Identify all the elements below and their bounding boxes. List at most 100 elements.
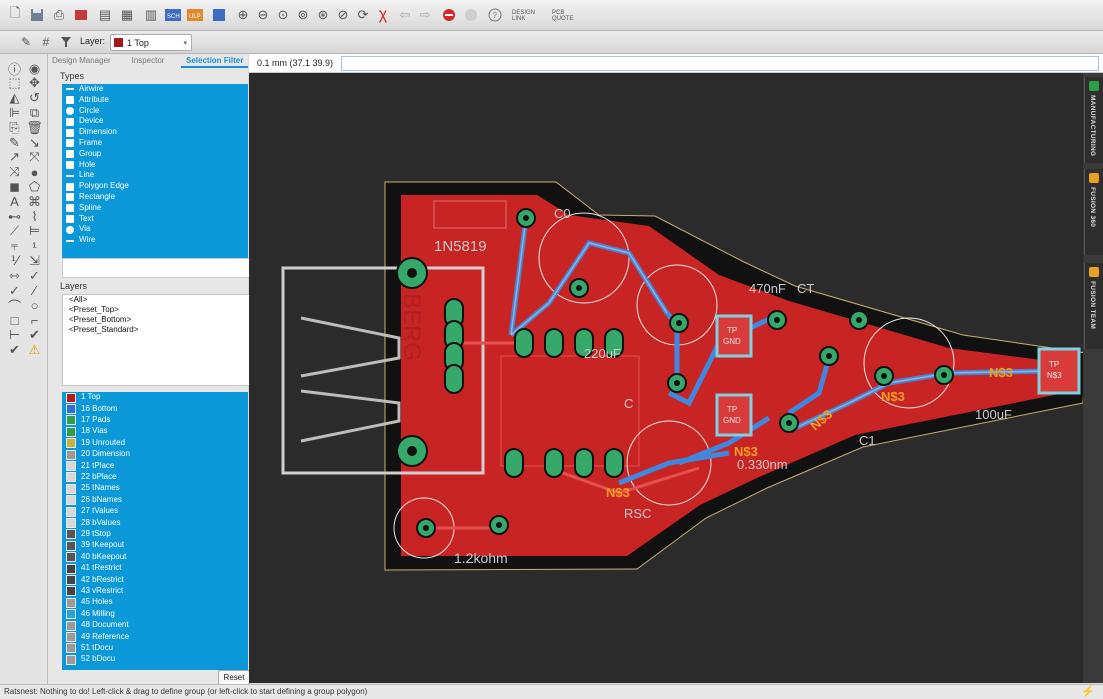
layer-color-swatch <box>114 38 123 47</box>
right-tab-fusion-360[interactable]: FUSION 360 <box>1084 169 1103 255</box>
zoom-area-icon[interactable]: ⊚ <box>294 6 312 24</box>
run-icon[interactable]: ▦ <box>118 6 136 24</box>
zoom-out-icon[interactable]: ⊖ <box>254 6 272 24</box>
zoom-select-icon[interactable]: ⊙ <box>274 6 292 24</box>
layer-item[interactable]: 48 Document <box>62 620 248 631</box>
type-item-label: Text <box>79 213 94 223</box>
layer-item[interactable]: 51 tDocu <box>62 643 248 654</box>
type-item[interactable]: Line <box>62 170 248 181</box>
lightning-icon[interactable]: ⚡ <box>1081 685 1095 698</box>
layer-item[interactable]: 19 Unrouted <box>62 438 248 449</box>
type-item[interactable]: Attribute <box>62 95 248 106</box>
label-220uf: 220uF <box>584 346 621 361</box>
layer-item[interactable]: 25 tNames <box>62 483 248 494</box>
preset-item[interactable]: <Preset_Top> <box>63 305 249 315</box>
type-item[interactable]: Wire <box>62 235 248 246</box>
type-item[interactable]: Hole <box>62 160 248 171</box>
board-icon[interactable]: ▥ <box>142 6 160 24</box>
right-tab-fusion-team[interactable]: FUSION TEAM <box>1084 263 1103 349</box>
sch-icon[interactable]: SCH <box>164 6 182 24</box>
pencil-icon[interactable]: ✎ <box>18 34 34 50</box>
layer-item[interactable]: 40 bKeepout <box>62 551 248 563</box>
new-file-icon[interactable]: 🗋 <box>6 5 24 24</box>
layer-item-label: 29 tStop <box>81 528 111 538</box>
right-tab-manufacturing[interactable]: MANUFACTURING <box>1084 77 1103 163</box>
command-input[interactable] <box>341 56 1099 71</box>
pcb-quote-button[interactable]: PCB QUOTE <box>552 10 586 22</box>
layer-item[interactable]: 16 Bottom <box>62 403 248 415</box>
layer-item-label: 21 tPlace <box>81 460 115 470</box>
zoom-in-icon[interactable]: ⊕ <box>234 6 252 24</box>
zoom-previous-icon[interactable]: ⊛ <box>314 6 332 24</box>
preset-item[interactable]: <Preset_Standard> <box>63 325 249 335</box>
layer-item[interactable]: 46 Milling <box>62 608 248 620</box>
layer-select[interactable]: 1 Top ▾ <box>110 34 192 51</box>
type-item[interactable]: Spline <box>62 203 248 214</box>
layer-item[interactable]: 45 Holes <box>62 597 248 608</box>
help-icon[interactable]: ? <box>486 6 504 24</box>
cam-icon[interactable] <box>72 6 90 24</box>
refresh-icon[interactable]: ⟳ <box>354 6 372 24</box>
layer-item[interactable]: 21 tPlace <box>62 460 248 472</box>
preset-item[interactable]: <All> <box>63 295 249 305</box>
design-link-button[interactable]: DESIGN LINK <box>512 10 546 22</box>
save-icon[interactable] <box>28 6 46 24</box>
layer-item[interactable]: 1 Top <box>62 392 248 403</box>
connector-silk-bottom <box>300 389 401 443</box>
layer-item[interactable]: 39 tKeepout <box>62 540 248 551</box>
board-canvas[interactable]: 1N5819 C0 470nF CT 220uF C TP GND TP GND… <box>249 73 1083 683</box>
layer-item[interactable]: 20 Dimension <box>62 449 248 460</box>
redraw-icon[interactable]: ⊘ <box>334 6 352 24</box>
layer-item-label: 22 bPlace <box>81 472 117 482</box>
pcb-board: 1N5819 C0 470nF CT 220uF C TP GND TP GND… <box>281 181 1083 571</box>
type-item[interactable]: Via <box>62 224 248 235</box>
type-item-label: Spline <box>79 202 102 212</box>
panel-tabs: Design Manager Inspector Selection Filter <box>48 54 249 68</box>
type-item[interactable]: Rectangle <box>62 192 248 203</box>
layer-item[interactable]: 28 bValues <box>62 517 248 528</box>
type-item[interactable]: Group <box>62 149 248 160</box>
type-item[interactable]: Frame <box>62 138 248 149</box>
script-icon[interactable]: ▤ <box>96 6 114 24</box>
layer-item[interactable]: 22 bPlace <box>62 472 248 483</box>
layer-item[interactable]: 49 Reference <box>62 631 248 642</box>
type-item[interactable]: Text <box>62 214 248 225</box>
type-item[interactable]: Device <box>62 116 248 127</box>
redo-icon[interactable]: ⇨ <box>416 6 434 24</box>
print-icon[interactable]: ⎙ <box>50 6 68 24</box>
layer-item[interactable]: 41 tRestrict <box>62 563 248 574</box>
filter-icon[interactable] <box>58 34 74 50</box>
frame-icon <box>66 139 74 148</box>
oblong-pad <box>514 328 534 358</box>
layer-item[interactable]: 29 tStop <box>62 529 248 540</box>
type-item[interactable]: Polygon Edge <box>62 181 248 192</box>
layer-item[interactable]: 17 Pads <box>62 415 248 426</box>
group-icon <box>66 150 74 159</box>
layer-item[interactable]: 52 bDocu <box>62 654 248 665</box>
warning-icon[interactable]: ⚠ <box>26 341 43 358</box>
ulp-icon[interactable]: ULP <box>186 6 204 24</box>
layer-item[interactable]: 43 vRestrict <box>62 586 248 597</box>
type-item-label: Polygon Edge <box>79 181 129 191</box>
tab-inspector[interactable]: Inspector <box>115 54 182 68</box>
go-icon[interactable] <box>462 6 480 24</box>
tab-design-manager[interactable]: Design Manager <box>48 54 115 68</box>
stop-icon[interactable] <box>440 6 458 24</box>
zoom-fit-icon[interactable] <box>210 6 228 24</box>
layer-item[interactable]: 26 bNames <box>62 495 248 506</box>
ratsnest-icon[interactable]: χ <box>374 6 392 24</box>
type-item[interactable]: Dimension <box>62 127 248 138</box>
layer-item[interactable]: 27 tValues <box>62 506 248 517</box>
reset-button[interactable]: Reset <box>218 670 250 685</box>
spline-icon <box>66 204 74 213</box>
tab-selection-filter[interactable]: Selection Filter <box>181 54 249 68</box>
grid-icon[interactable]: # <box>38 34 54 50</box>
drc2-icon[interactable]: ✔ <box>6 341 23 358</box>
layer-item[interactable]: 42 bRestrict <box>62 574 248 585</box>
type-item[interactable]: Circle <box>62 106 248 117</box>
undo-icon[interactable]: ⇦ <box>396 6 414 24</box>
preset-item[interactable]: <Preset_Bottom> <box>63 315 249 325</box>
type-item[interactable]: Airwire <box>62 84 248 95</box>
layer-item-label: 45 Holes <box>81 597 113 607</box>
layer-item[interactable]: 18 Vias <box>62 426 248 437</box>
